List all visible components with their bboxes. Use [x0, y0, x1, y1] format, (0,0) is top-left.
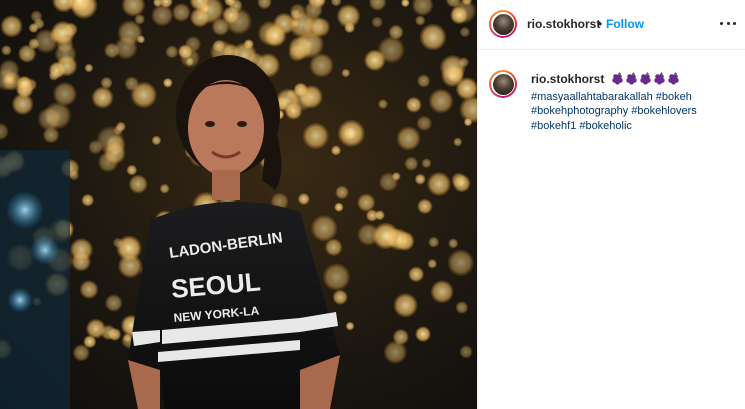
- bokeh-photo-illustration: LADON-BERLIN SEOUL NEW YORK-LA: [0, 0, 477, 409]
- grapes-emoji-icon: [654, 72, 666, 85]
- post-photo[interactable]: LADON-BERLIN SEOUL NEW YORK-LA: [0, 0, 477, 409]
- author-username-link[interactable]: rio.stokhorst: [527, 17, 600, 31]
- more-options-icon[interactable]: [720, 16, 736, 30]
- caption-text: rio.stokhorst #masyaallahtabarakallah #b…: [531, 72, 741, 133]
- grapes-emoji-icon: [612, 72, 624, 85]
- hashtag-list: #masyaallahtabarakallah #bokeh #bokehpho…: [531, 90, 741, 134]
- post-side-panel: rio.stokhorst • Follow rio.stokhorst #ma…: [477, 0, 745, 409]
- hashtag-link[interactable]: #bokehphotography: [531, 105, 628, 117]
- grapes-emoji-row: [611, 72, 680, 85]
- hashtag-link[interactable]: #bokeh: [656, 91, 692, 103]
- post-header: rio.stokhorst • Follow: [478, 0, 745, 50]
- follow-button[interactable]: Follow: [606, 17, 644, 31]
- separator-dot: •: [598, 17, 603, 31]
- hashtag-link[interactable]: #bokehf1: [531, 120, 576, 132]
- hashtag-link[interactable]: #masyaallahtabarakallah: [531, 91, 653, 103]
- caption-username-link[interactable]: rio.stokhorst: [531, 72, 604, 86]
- caption-author-avatar[interactable]: [489, 70, 517, 98]
- grapes-emoji-icon: [668, 72, 680, 85]
- grapes-emoji-icon: [626, 72, 638, 85]
- hashtag-link[interactable]: #bokehlovers: [631, 105, 696, 117]
- grapes-emoji-icon: [640, 72, 652, 85]
- hashtag-link[interactable]: #bokeholic: [579, 120, 632, 132]
- author-avatar[interactable]: [489, 10, 517, 38]
